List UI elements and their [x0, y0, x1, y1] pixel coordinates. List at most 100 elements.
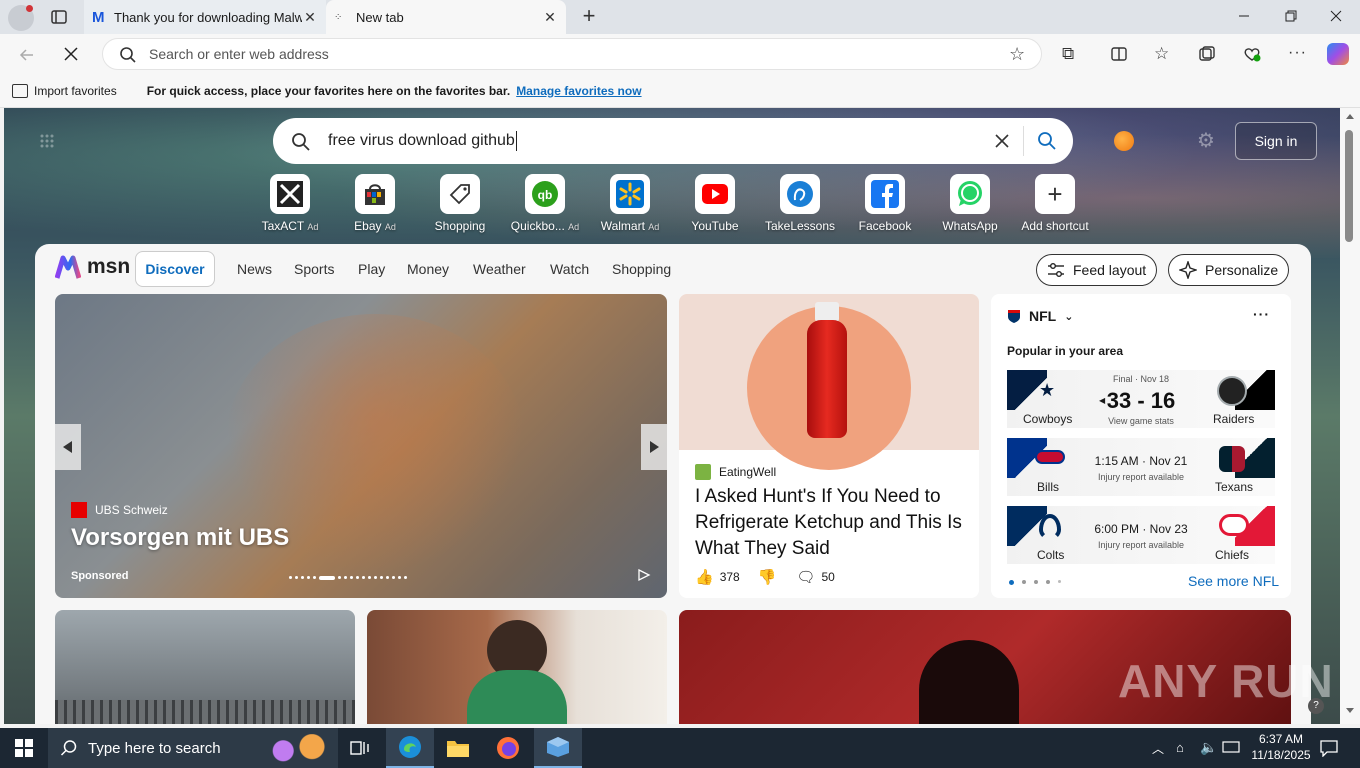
- shortcut-shopping[interactable]: Shopping: [417, 174, 503, 238]
- manage-favorites-link[interactable]: Manage favorites now: [516, 84, 641, 98]
- profile-avatar[interactable]: [8, 5, 34, 31]
- start-button[interactable]: [0, 728, 48, 768]
- article-title[interactable]: I Asked Hunt's If You Need to Refrigerat…: [695, 484, 967, 562]
- search-submit-icon[interactable]: [1037, 131, 1057, 151]
- extensions-icon[interactable]: ⧉: [1062, 45, 1080, 63]
- volume-icon[interactable]: 🔈: [1200, 739, 1217, 755]
- ad-choices-icon[interactable]: [637, 568, 651, 582]
- shortcut-facebook[interactable]: Facebook: [842, 174, 928, 238]
- loading-icon: ⁘: [334, 11, 343, 23]
- nav-sports[interactable]: Sports: [294, 261, 334, 277]
- apps-launcher-icon[interactable]: [40, 134, 54, 148]
- news-card[interactable]: [367, 610, 667, 724]
- page-scrollbar[interactable]: [1340, 108, 1360, 724]
- carousel-next-button[interactable]: [641, 424, 667, 470]
- copilot-icon[interactable]: [1327, 43, 1349, 65]
- task-view-button[interactable]: [336, 728, 384, 768]
- close-tab-icon[interactable]: ✕: [542, 9, 558, 25]
- nav-shopping[interactable]: Shopping: [612, 261, 671, 277]
- texans-logo-icon: [1219, 446, 1245, 472]
- nfl-pagination-dots[interactable]: [1009, 580, 1061, 585]
- search-highlight-icon[interactable]: [264, 734, 328, 762]
- web-search-box[interactable]: free virus download github: [273, 118, 1073, 164]
- news-card[interactable]: [55, 610, 355, 724]
- more-menu-icon[interactable]: ···: [1288, 44, 1306, 62]
- comment-count: 50: [821, 570, 835, 584]
- show-hidden-icons-icon[interactable]: ︿: [1152, 740, 1166, 756]
- shortcut-ebay[interactable]: Ebay Ad: [332, 174, 418, 238]
- shortcut-walmart[interactable]: Walmart Ad: [587, 174, 673, 238]
- msn-logo[interactable]: msn: [55, 254, 130, 280]
- plus-icon: +: [1035, 174, 1075, 214]
- address-bar[interactable]: Search or enter web address ☆: [102, 38, 1042, 70]
- stop-loading-button[interactable]: [62, 45, 80, 63]
- keyboard-icon[interactable]: [1222, 739, 1240, 755]
- taskbar-edge[interactable]: [386, 728, 434, 768]
- nav-money[interactable]: Money: [407, 261, 449, 277]
- carousel-prev-button[interactable]: [55, 424, 81, 470]
- tab-label: Thank you for downloading Malw: [114, 9, 302, 25]
- taskbar-file-explorer[interactable]: [434, 728, 482, 768]
- clear-search-icon[interactable]: [993, 132, 1011, 150]
- notifications-icon[interactable]: [1320, 739, 1338, 757]
- tab-new-tab[interactable]: ⁘ New tab ✕: [326, 0, 566, 34]
- personalize-button[interactable]: Personalize: [1168, 254, 1290, 286]
- network-icon[interactable]: ⌂: [1176, 740, 1192, 756]
- add-shortcut-button[interactable]: + Add shortcut: [1012, 174, 1098, 238]
- shortcut-whatsapp[interactable]: WhatsApp: [927, 174, 1013, 238]
- shortcut-takelessons[interactable]: TakeLessons: [757, 174, 843, 238]
- game-row[interactable]: ★ Cowboys Final · Nov 18 33 - 16 ◀ View …: [1007, 370, 1275, 428]
- like-icon[interactable]: 👍: [695, 568, 714, 586]
- browser-essentials-icon[interactable]: [1242, 45, 1262, 63]
- shortcut-taxact[interactable]: TaxACT Ad: [247, 174, 333, 238]
- new-tab-button[interactable]: +: [578, 5, 600, 27]
- shortcut-youtube[interactable]: YouTube: [672, 174, 758, 238]
- more-options-icon[interactable]: ···: [1253, 306, 1270, 322]
- feed-layout-button[interactable]: Feed layout: [1036, 254, 1158, 286]
- collections-icon[interactable]: [1198, 45, 1216, 63]
- game-row[interactable]: Colts 6:00 PM · Nov 23 Injury report ava…: [1007, 506, 1275, 564]
- import-favorites-button[interactable]: Import favorites: [12, 83, 117, 98]
- rewards-icon[interactable]: [1114, 131, 1134, 151]
- tab-actions-icon[interactable]: [50, 8, 68, 26]
- hero-ad-card[interactable]: UBS Schweiz Vorsorgen mit UBS Sponsored: [55, 294, 667, 598]
- search-query: free virus download github: [328, 132, 515, 149]
- league-selector[interactable]: NFL ⌄: [1007, 308, 1073, 324]
- back-button[interactable]: [18, 46, 36, 64]
- taskbar-search[interactable]: Type here to search: [48, 728, 338, 768]
- taskbar-app[interactable]: [534, 728, 582, 768]
- nav-watch[interactable]: Watch: [550, 261, 589, 277]
- nav-discover[interactable]: Discover: [135, 251, 215, 287]
- favorites-icon[interactable]: ☆: [1154, 44, 1172, 63]
- system-clock[interactable]: 6:37 AM 11/18/2025: [1248, 731, 1314, 763]
- close-window-button[interactable]: [1328, 8, 1344, 24]
- firefox-icon: [497, 737, 519, 759]
- tab-malwarebytes[interactable]: M Thank you for downloading Malw ✕: [84, 0, 326, 34]
- chiefs-logo-icon: [1219, 514, 1249, 536]
- nav-play[interactable]: Play: [358, 261, 385, 277]
- ad-label: Ad: [568, 222, 580, 232]
- shortcut-label: Ebay: [354, 219, 382, 233]
- shortcut-quickbooks[interactable]: qb Quickbo... Ad: [502, 174, 588, 238]
- scrollbar-thumb[interactable]: [1345, 130, 1353, 242]
- close-tab-icon[interactable]: ✕: [302, 9, 318, 25]
- split-screen-icon[interactable]: [1110, 45, 1128, 63]
- minimize-button[interactable]: [1236, 8, 1252, 24]
- comment-icon[interactable]: 🗨: [796, 568, 815, 586]
- dislike-icon[interactable]: 👎: [758, 568, 777, 586]
- help-icon[interactable]: ?: [1308, 698, 1324, 714]
- nav-weather[interactable]: Weather: [473, 261, 526, 277]
- sign-in-button[interactable]: Sign in: [1235, 122, 1317, 160]
- settings-gear-icon[interactable]: ⚙: [1197, 131, 1217, 151]
- shortcut-label: TaxACT: [261, 219, 305, 233]
- nav-news[interactable]: News: [237, 261, 272, 277]
- sliders-icon: [1048, 263, 1064, 277]
- article-card[interactable]: EatingWell I Asked Hunt's If You Need to…: [679, 294, 979, 598]
- see-more-nfl-link[interactable]: See more NFL: [1188, 573, 1279, 589]
- game-row[interactable]: Bills 1:15 AM · Nov 21 Injury report ava…: [1007, 438, 1275, 496]
- ad-label: Ad: [648, 222, 660, 232]
- restore-button[interactable]: [1283, 8, 1299, 24]
- hero-title[interactable]: Vorsorgen mit UBS: [71, 524, 289, 552]
- favorite-star-icon[interactable]: ☆: [1009, 45, 1027, 63]
- taskbar-firefox[interactable]: [484, 728, 532, 768]
